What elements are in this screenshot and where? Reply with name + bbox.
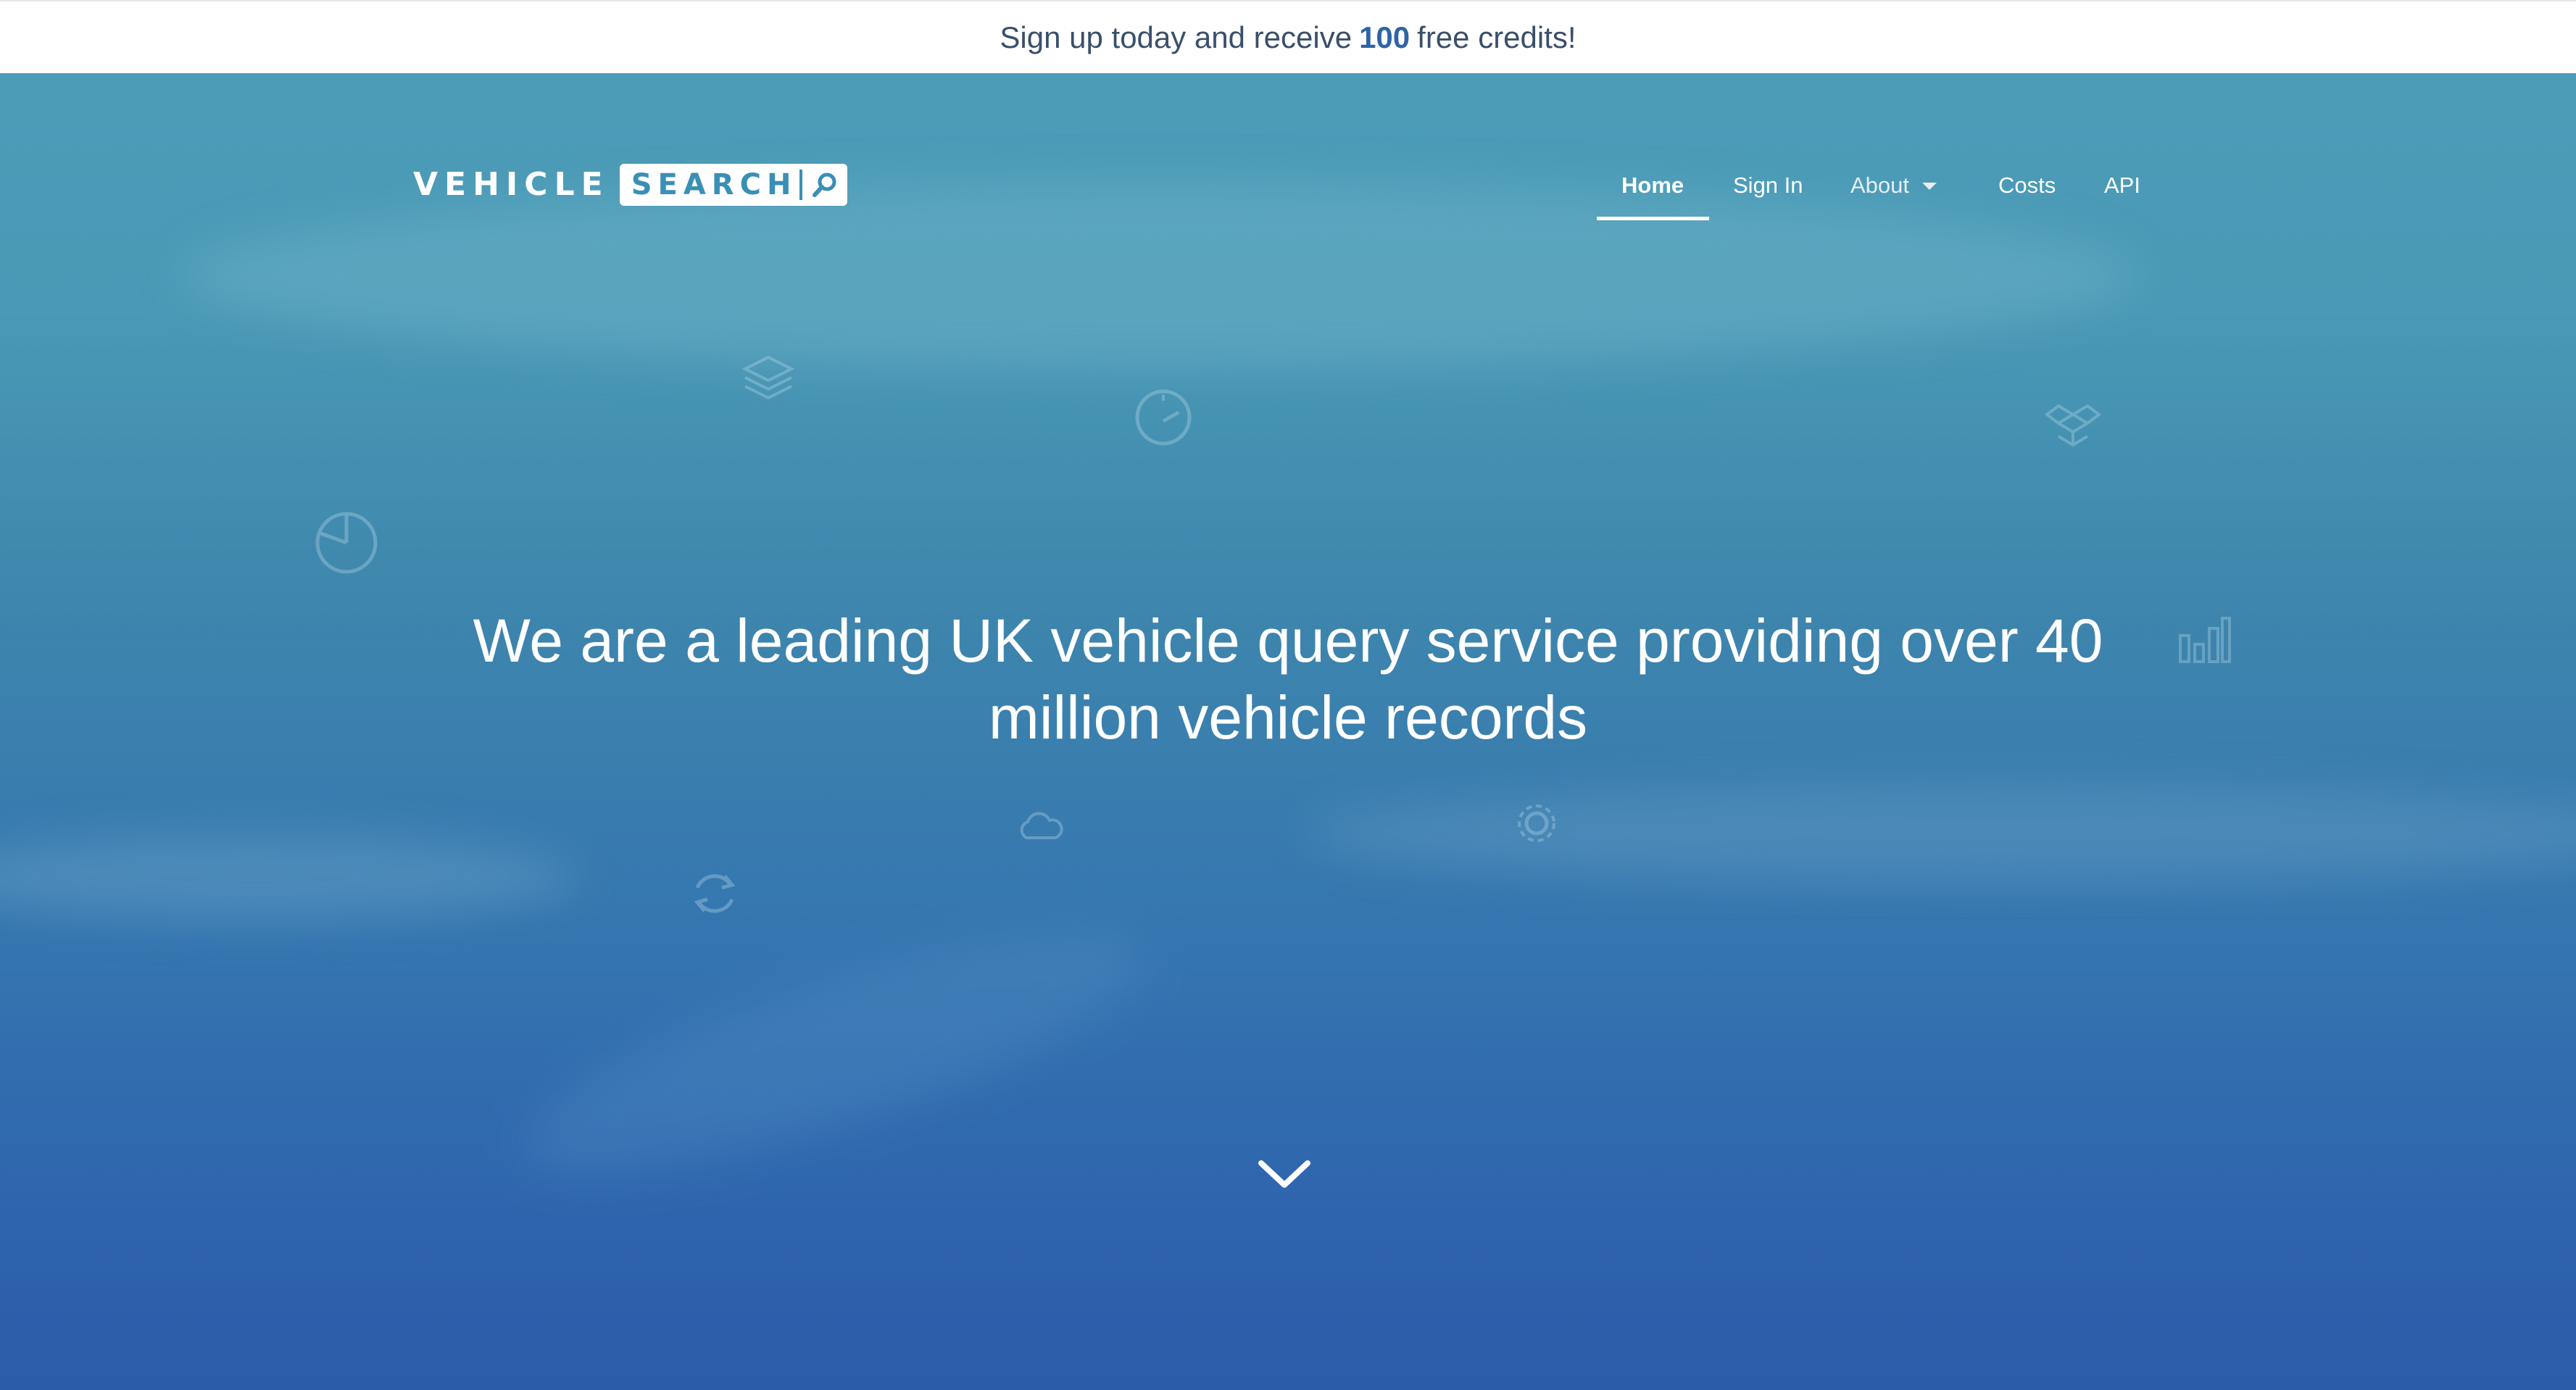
nav-home-label: Home xyxy=(1621,172,1684,198)
dropbox-icon xyxy=(2044,404,2102,447)
speedometer-icon xyxy=(1135,389,1192,446)
active-nav-indicator xyxy=(1597,217,1709,220)
background-haze xyxy=(0,834,580,921)
refresh-icon xyxy=(694,874,736,913)
background-haze xyxy=(1305,783,2576,885)
caret-down-icon xyxy=(1922,183,1937,190)
layers-icon xyxy=(741,355,795,400)
main-nav: Home Sign In About Costs API xyxy=(0,73,2576,220)
nav-about-dropdown[interactable]: About xyxy=(1850,164,1937,222)
background-haze xyxy=(501,881,1166,1222)
hero-headline: We are a leading UK vehicle query servic… xyxy=(473,607,2103,752)
hero-section: VEHICLE SEARCH Home Sign In About Costs … xyxy=(0,73,2576,1390)
banner-text-after: free credits! xyxy=(1417,20,1576,54)
nav-about-label: About xyxy=(1850,172,1910,198)
page: Sign up today and receive 100 free credi… xyxy=(0,0,2576,1390)
nav-costs-label: Costs xyxy=(1998,172,2056,198)
chevron-down-icon[interactable] xyxy=(1255,1153,1313,1197)
banner-highlight: 100 xyxy=(1359,20,1410,54)
nav-api-label: API xyxy=(2104,172,2140,198)
bar-chart-icon xyxy=(2179,617,2231,663)
nav-home[interactable]: Home xyxy=(1621,164,1684,222)
promo-banner: Sign up today and receive 100 free credi… xyxy=(0,0,2576,73)
nav-sign-in-label: Sign In xyxy=(1733,172,1803,198)
nav-sign-in[interactable]: Sign In xyxy=(1733,164,1803,222)
banner-text-before: Sign up today and receive xyxy=(1000,20,1353,54)
nav-costs[interactable]: Costs xyxy=(1998,164,2056,222)
gear-icon xyxy=(1518,804,1555,842)
cloud-icon xyxy=(1020,812,1063,839)
pie-chart-icon xyxy=(315,512,378,574)
nav-api[interactable]: API xyxy=(2104,164,2140,222)
